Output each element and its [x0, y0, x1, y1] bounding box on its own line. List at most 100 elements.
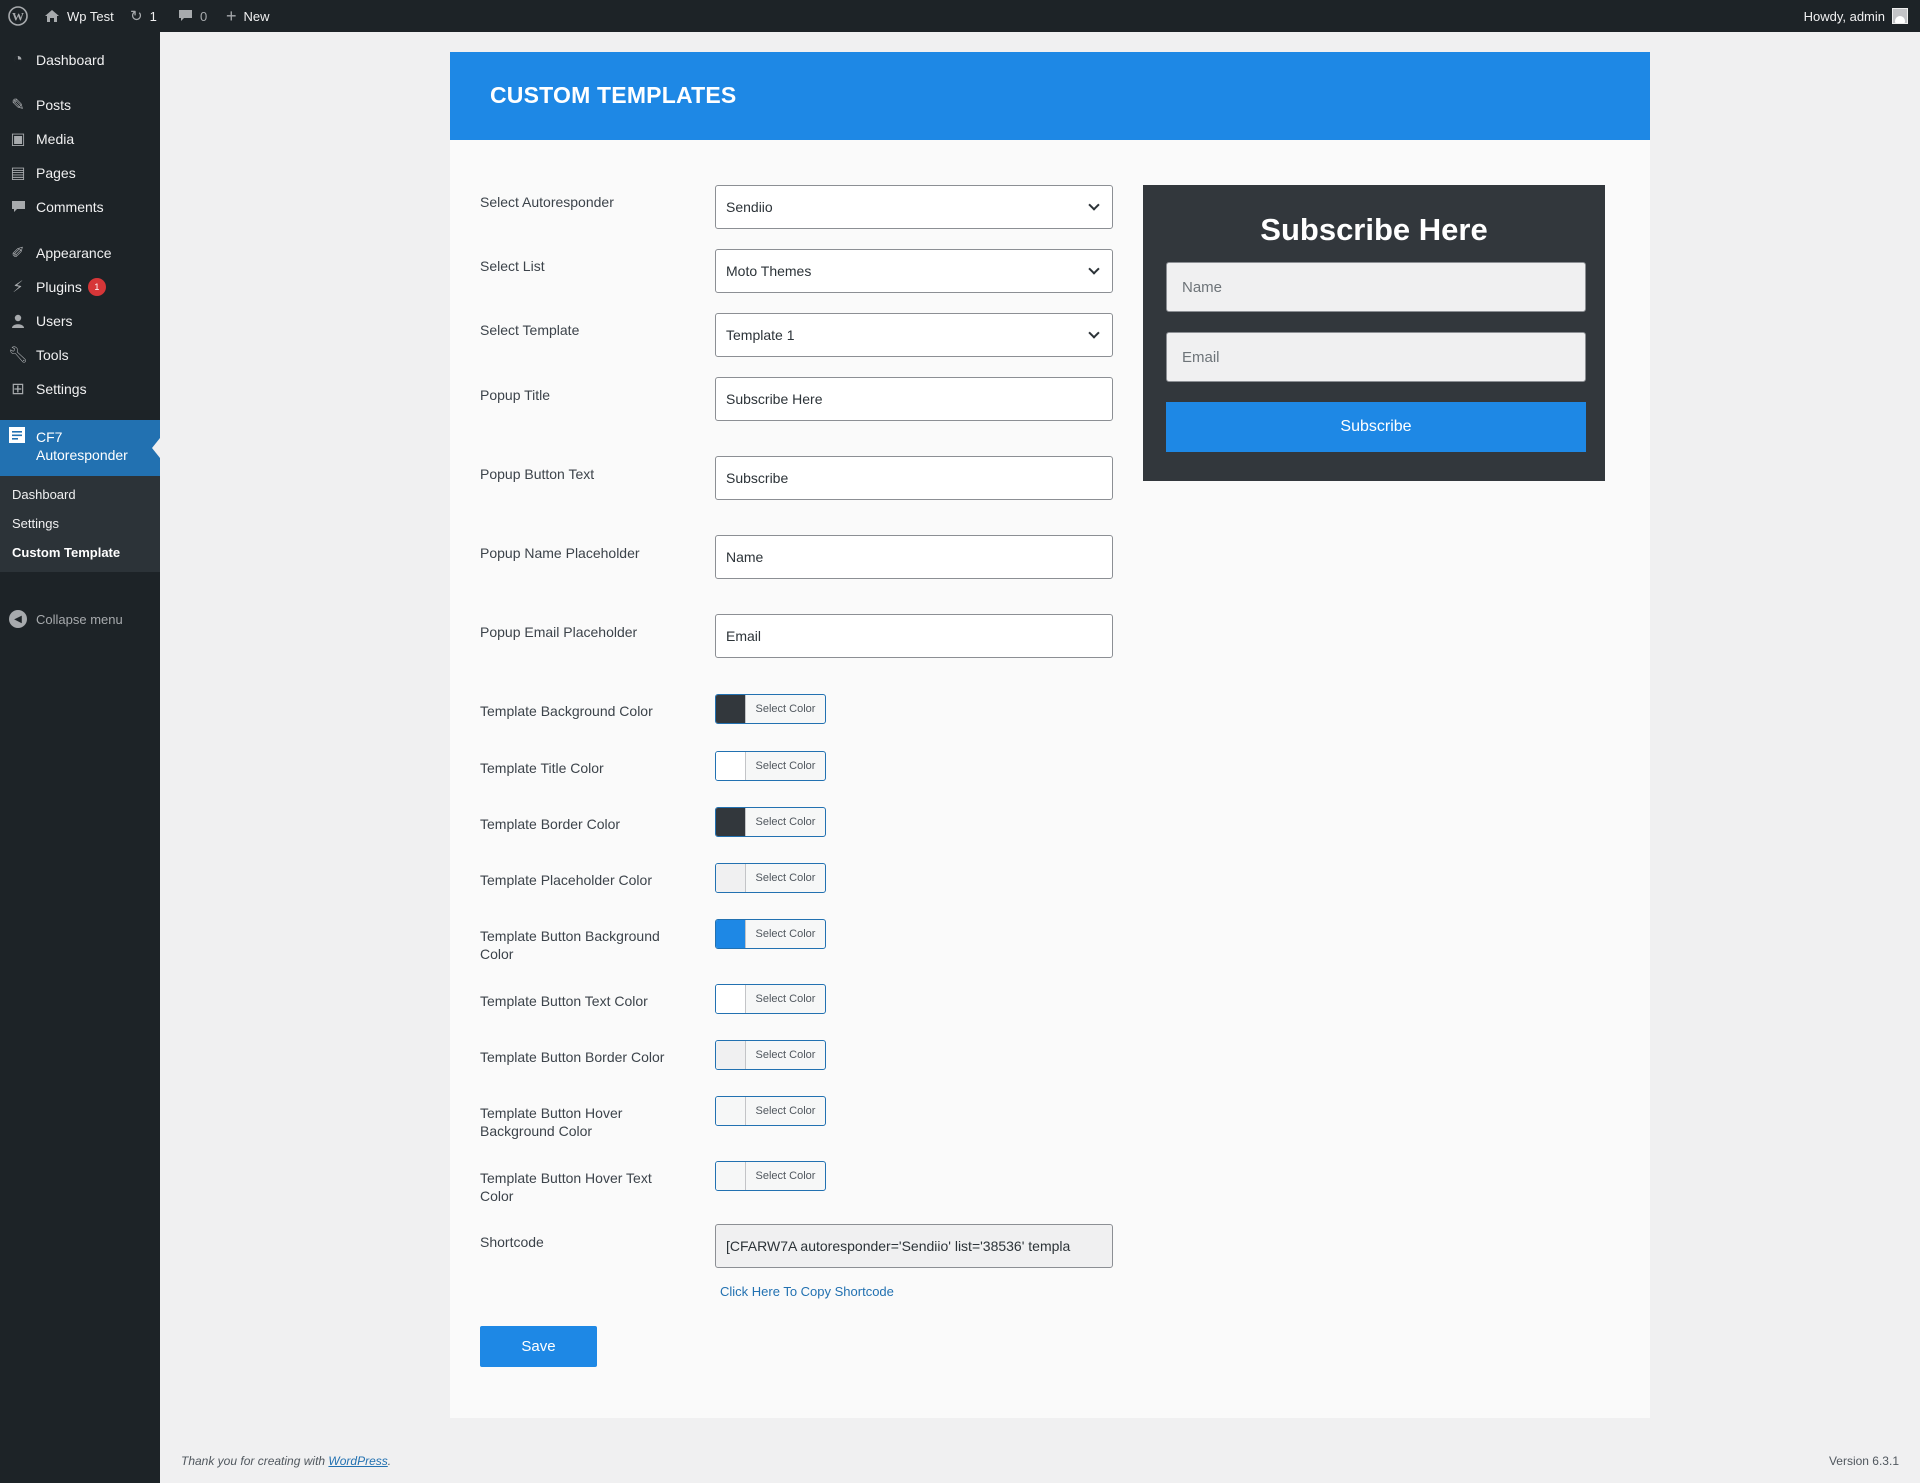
submenu-item-settings[interactable]: Settings: [12, 516, 59, 531]
color-chip: [716, 864, 746, 892]
list-select[interactable]: Moto Themes: [715, 249, 1113, 293]
button-background-color-picker[interactable]: Select Color: [715, 919, 826, 949]
comment-bubble-icon: [178, 9, 193, 23]
color-chip: [716, 1041, 746, 1069]
popup-preview: Subscribe Here Name Email Subscribe: [1143, 185, 1605, 481]
comments-link[interactable]: 0: [178, 0, 207, 32]
button-hover-text-color-label: Template Button Hover Text Color: [480, 1170, 652, 1204]
button-hover-background-color-picker[interactable]: Select Color: [715, 1096, 826, 1126]
pages-icon: ▤: [10, 165, 26, 182]
refresh-icon: ↻: [130, 7, 143, 25]
home-icon: [44, 9, 60, 23]
admin-bar: W Wp Test ↻ 1 0 + New Howdy, admin: [0, 0, 1920, 32]
panel-header: CUSTOM TEMPLATES: [450, 52, 1650, 140]
media-icon: ▣: [10, 131, 26, 148]
sidebar-item-users[interactable]: Users: [0, 304, 160, 338]
shortcode-field[interactable]: [CFARW7A autoresponder='Sendiio' list='3…: [715, 1224, 1113, 1268]
autoresponder-select[interactable]: Sendiio: [715, 185, 1113, 229]
svg-text:W: W: [12, 10, 24, 24]
border-color-label: Template Border Color: [480, 816, 621, 832]
submenu-item-dashboard[interactable]: Dashboard: [12, 487, 76, 502]
wordpress-link[interactable]: WordPress: [328, 1454, 387, 1468]
background-color-label: Template Background Color: [480, 703, 653, 719]
collapse-arrow-icon: ◀: [9, 610, 27, 628]
page-title: CUSTOM TEMPLATES: [490, 82, 737, 108]
color-chip: [716, 1162, 746, 1190]
dashboard-icon: ◔: [13, 51, 23, 68]
list-label: Select List: [480, 258, 545, 274]
comments-icon: [0, 200, 36, 214]
preview-subscribe-button[interactable]: Subscribe: [1166, 402, 1586, 452]
chevron-down-icon: [1088, 327, 1100, 339]
chevron-down-icon: [1088, 263, 1100, 275]
title-color-label: Template Title Color: [480, 760, 604, 776]
border-color-picker[interactable]: Select Color: [715, 807, 826, 837]
form-icon: [8, 426, 26, 447]
plugin-icon: ⚡: [12, 279, 24, 296]
color-chip: [716, 808, 746, 836]
current-menu-arrow: [152, 438, 160, 458]
preview-email-input[interactable]: Email: [1166, 332, 1586, 382]
button-hover-background-color-label: Template Button Hover Background Color: [480, 1105, 623, 1139]
sidebar-item-appearance[interactable]: ✐ Appearance: [0, 236, 160, 270]
popup-button-text-label: Popup Button Text: [480, 466, 595, 482]
color-chip: [716, 752, 746, 780]
color-chip: [716, 1097, 746, 1125]
title-color-picker[interactable]: Select Color: [715, 751, 826, 781]
button-text-color-label: Template Button Text Color: [480, 993, 648, 1009]
brush-icon: ✐: [11, 245, 25, 262]
wordpress-logo-icon[interactable]: W: [8, 0, 28, 32]
footer-credit: Thank you for creating with WordPress.: [181, 1454, 392, 1468]
popup-email-placeholder-input[interactable]: [715, 614, 1113, 658]
background-color-picker[interactable]: Select Color: [715, 694, 826, 724]
updates-link[interactable]: ↻ 1: [130, 0, 157, 32]
collapse-menu-button[interactable]: ◀ Collapse menu: [0, 604, 160, 634]
pin-icon: ✎: [11, 97, 25, 114]
sidebar-item-cf7-autoresponder[interactable]: CF7 Autoresponder: [0, 420, 160, 476]
copy-shortcode-link[interactable]: Click Here To Copy Shortcode: [720, 1284, 894, 1299]
settings-icon: ⊞: [11, 381, 25, 398]
popup-title-input[interactable]: [715, 377, 1113, 421]
button-border-color-picker[interactable]: Select Color: [715, 1040, 826, 1070]
sidebar-item-posts[interactable]: ✎ Posts: [0, 88, 160, 122]
sidebar-item-tools[interactable]: 🔧︎ Tools: [0, 338, 160, 372]
sidebar-item-settings[interactable]: ⊞ Settings: [0, 372, 160, 406]
save-button[interactable]: Save: [480, 1326, 597, 1367]
submenu: Dashboard Settings Custom Template: [0, 476, 160, 572]
avatar: [1892, 8, 1908, 24]
sidebar-item-plugins[interactable]: ⚡ Plugins 1: [0, 270, 160, 304]
admin-sidebar: ◔ Dashboard ✎ Posts ▣ Media ▤ Pages Comm…: [0, 32, 160, 1483]
user-icon: [0, 314, 36, 328]
new-content-link[interactable]: + New: [226, 0, 270, 32]
sidebar-item-dashboard[interactable]: ◔ Dashboard: [0, 43, 160, 77]
plugins-update-badge: 1: [87, 278, 106, 296]
sidebar-item-comments[interactable]: Comments: [0, 190, 160, 224]
popup-button-text-input[interactable]: [715, 456, 1113, 500]
chevron-down-icon: [1088, 199, 1100, 211]
sidebar-item-media[interactable]: ▣ Media: [0, 122, 160, 156]
color-chip: [716, 920, 746, 948]
preview-name-input[interactable]: Name: [1166, 262, 1586, 312]
account-menu[interactable]: Howdy, admin: [1804, 0, 1908, 32]
button-hover-text-color-picker[interactable]: Select Color: [715, 1161, 826, 1191]
template-select[interactable]: Template 1: [715, 313, 1113, 357]
popup-title-label: Popup Title: [480, 387, 551, 403]
sidebar-item-pages[interactable]: ▤ Pages: [0, 156, 160, 190]
submenu-item-custom-template[interactable]: Custom Template: [12, 545, 120, 560]
button-text-color-picker[interactable]: Select Color: [715, 984, 826, 1014]
plus-icon: +: [226, 6, 237, 26]
color-chip: [716, 695, 746, 723]
autoresponder-label: Select Autoresponder: [480, 194, 614, 210]
popup-name-placeholder-input[interactable]: [715, 535, 1113, 579]
placeholder-color-picker[interactable]: Select Color: [715, 863, 826, 893]
site-name-link[interactable]: Wp Test: [44, 0, 114, 32]
popup-email-placeholder-label: Popup Email Placeholder: [480, 624, 638, 640]
wrench-icon: 🔧︎: [7, 347, 29, 364]
popup-name-placeholder-label: Popup Name Placeholder: [480, 545, 640, 561]
button-border-color-label: Template Button Border Color: [480, 1049, 665, 1065]
placeholder-color-label: Template Placeholder Color: [480, 872, 652, 888]
custom-templates-panel: CUSTOM TEMPLATES Select Autoresponder Se…: [450, 52, 1650, 1418]
color-chip: [716, 985, 746, 1013]
template-label: Select Template: [480, 322, 580, 338]
shortcode-label: Shortcode: [480, 1234, 544, 1250]
